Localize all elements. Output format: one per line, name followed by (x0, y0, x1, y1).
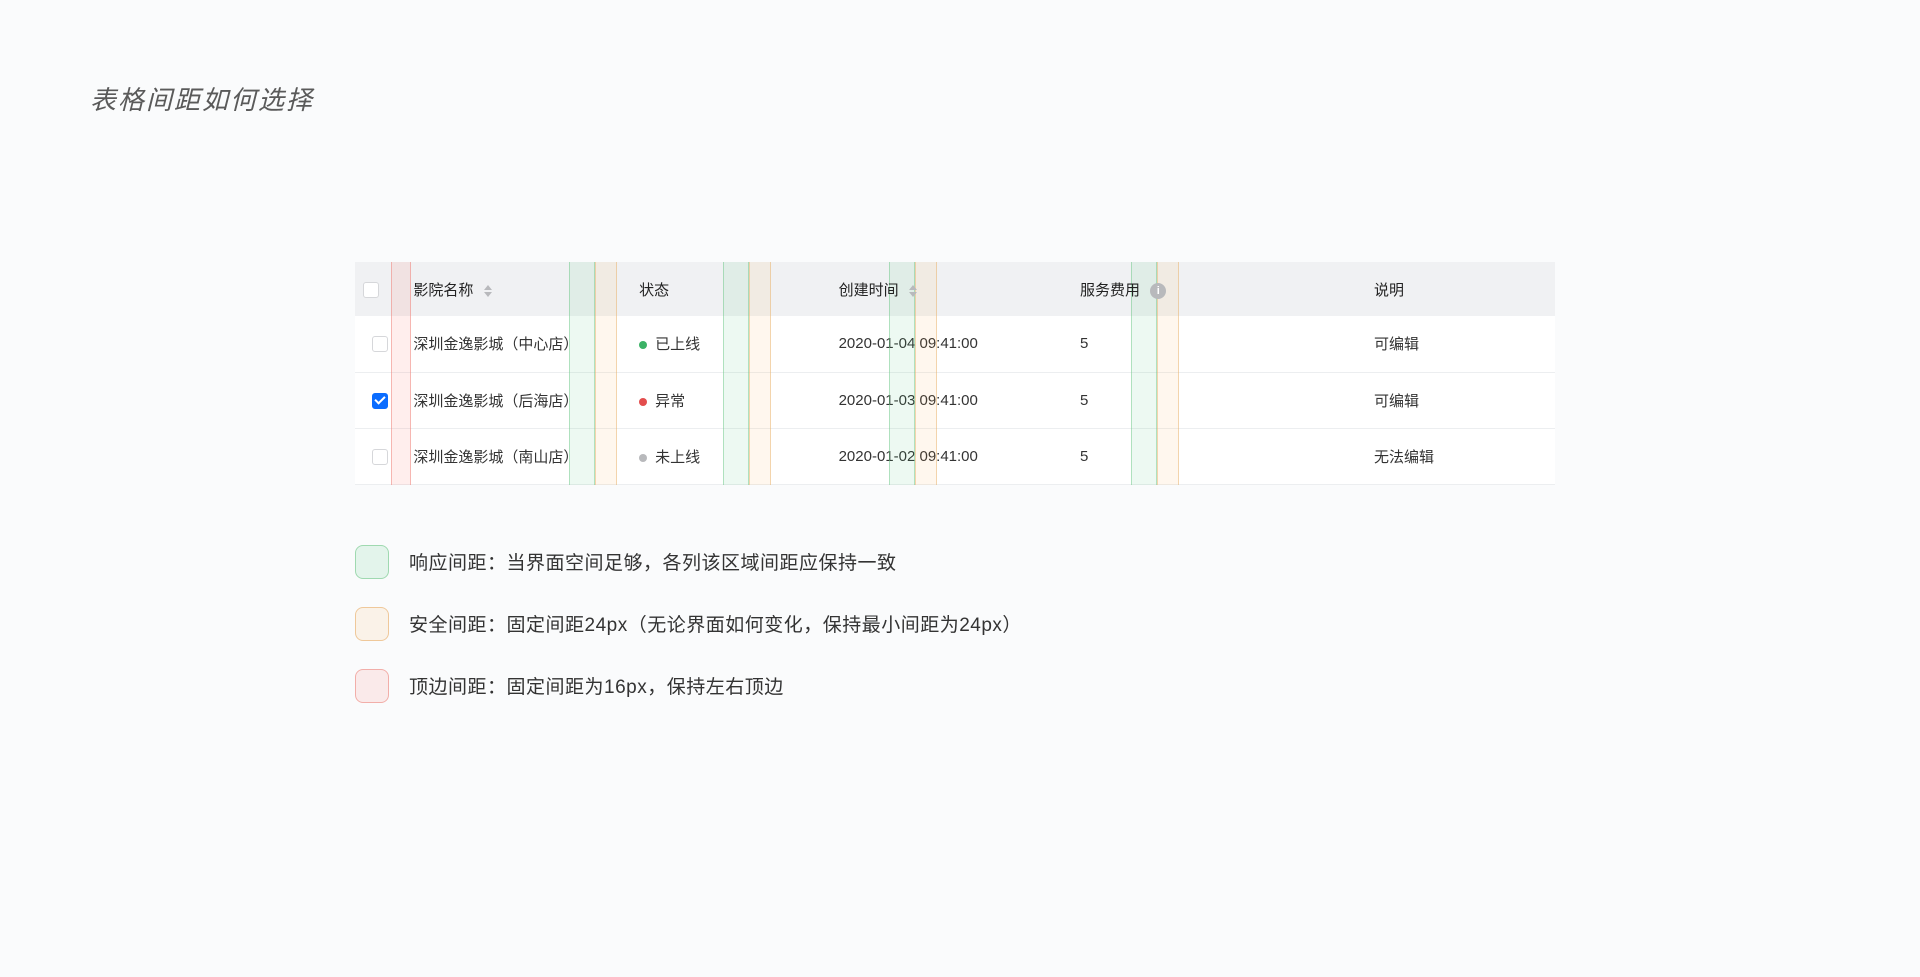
swatch-red (355, 669, 389, 703)
cell-fee: 5 (1072, 428, 1366, 484)
legend-item-responsive: 响应间距：当界面空间足够，各列该区域间距应保持一致 (355, 545, 1830, 579)
col-header-name-label: 影院名称 (413, 282, 473, 299)
swatch-orange (355, 607, 389, 641)
col-header-fee: 服务费用 i (1072, 262, 1366, 316)
row-checkbox[interactable] (372, 393, 388, 409)
cell-status: 已上线 (631, 316, 830, 372)
cell-time: 2020-01-04 09:41:00 (831, 316, 1072, 372)
table-header-row: 影院名称 状态 创建时间 服务费用 i 说明 (355, 262, 1555, 316)
data-table: 影院名称 状态 创建时间 服务费用 i 说明 (355, 262, 1555, 485)
cell-status: 未上线 (631, 428, 830, 484)
legend-item-edge: 顶边间距：固定间距为16px，保持左右顶边 (355, 669, 1830, 703)
cell-name: 深圳金逸影城（中心店） (405, 316, 631, 372)
sort-icon[interactable] (909, 285, 917, 297)
col-header-status: 状态 (631, 262, 830, 316)
legend-text-responsive: 响应间距：当界面空间足够，各列该区域间距应保持一致 (409, 548, 897, 575)
page-title: 表格间距如何选择 (90, 80, 1830, 117)
cell-desc: 无法编辑 (1366, 428, 1555, 484)
row-checkbox[interactable] (372, 336, 388, 352)
table-container: 影院名称 状态 创建时间 服务费用 i 说明 (355, 262, 1555, 485)
col-header-desc-label: 说明 (1374, 282, 1404, 299)
table-row: 深圳金逸影城（后海店） 异常 2020-01-03 09:41:005可编辑 (355, 372, 1555, 428)
cell-time: 2020-01-02 09:41:00 (831, 428, 1072, 484)
col-header-time-label: 创建时间 (839, 282, 899, 299)
cell-name: 深圳金逸影城（后海店） (405, 372, 631, 428)
col-header-fee-label: 服务费用 (1080, 282, 1140, 299)
status-dot-icon (639, 454, 647, 462)
legend-text-edge: 顶边间距：固定间距为16px，保持左右顶边 (409, 672, 784, 699)
status-dot-icon (639, 398, 647, 406)
table-row: 深圳金逸影城（南山店） 未上线 2020-01-02 09:41:005无法编辑 (355, 428, 1555, 484)
col-header-name[interactable]: 影院名称 (405, 262, 631, 316)
col-header-time[interactable]: 创建时间 (831, 262, 1072, 316)
status-label: 异常 (655, 393, 685, 410)
col-header-status-label: 状态 (639, 282, 669, 299)
status-label: 未上线 (655, 449, 700, 466)
swatch-green (355, 545, 389, 579)
row-checkbox[interactable] (372, 449, 388, 465)
info-icon[interactable]: i (1150, 283, 1166, 299)
legend: 响应间距：当界面空间足够，各列该区域间距应保持一致 安全间距：固定间距24px（… (355, 545, 1830, 703)
status-dot-icon (639, 341, 647, 349)
sort-icon[interactable] (484, 285, 492, 297)
cell-fee: 5 (1072, 372, 1366, 428)
cell-time: 2020-01-03 09:41:00 (831, 372, 1072, 428)
legend-item-safe: 安全间距：固定间距24px（无论界面如何变化，保持最小间距为24px） (355, 607, 1830, 641)
table-row: 深圳金逸影城（中心店） 已上线 2020-01-04 09:41:005可编辑 (355, 316, 1555, 372)
cell-fee: 5 (1072, 316, 1366, 372)
col-header-desc: 说明 (1366, 262, 1555, 316)
cell-desc: 可编辑 (1366, 316, 1555, 372)
cell-desc: 可编辑 (1366, 372, 1555, 428)
cell-status: 异常 (631, 372, 830, 428)
status-label: 已上线 (655, 336, 700, 353)
select-all-checkbox[interactable] (363, 282, 379, 298)
cell-name: 深圳金逸影城（南山店） (405, 428, 631, 484)
legend-text-safe: 安全间距：固定间距24px（无论界面如何变化，保持最小间距为24px） (409, 610, 1022, 637)
